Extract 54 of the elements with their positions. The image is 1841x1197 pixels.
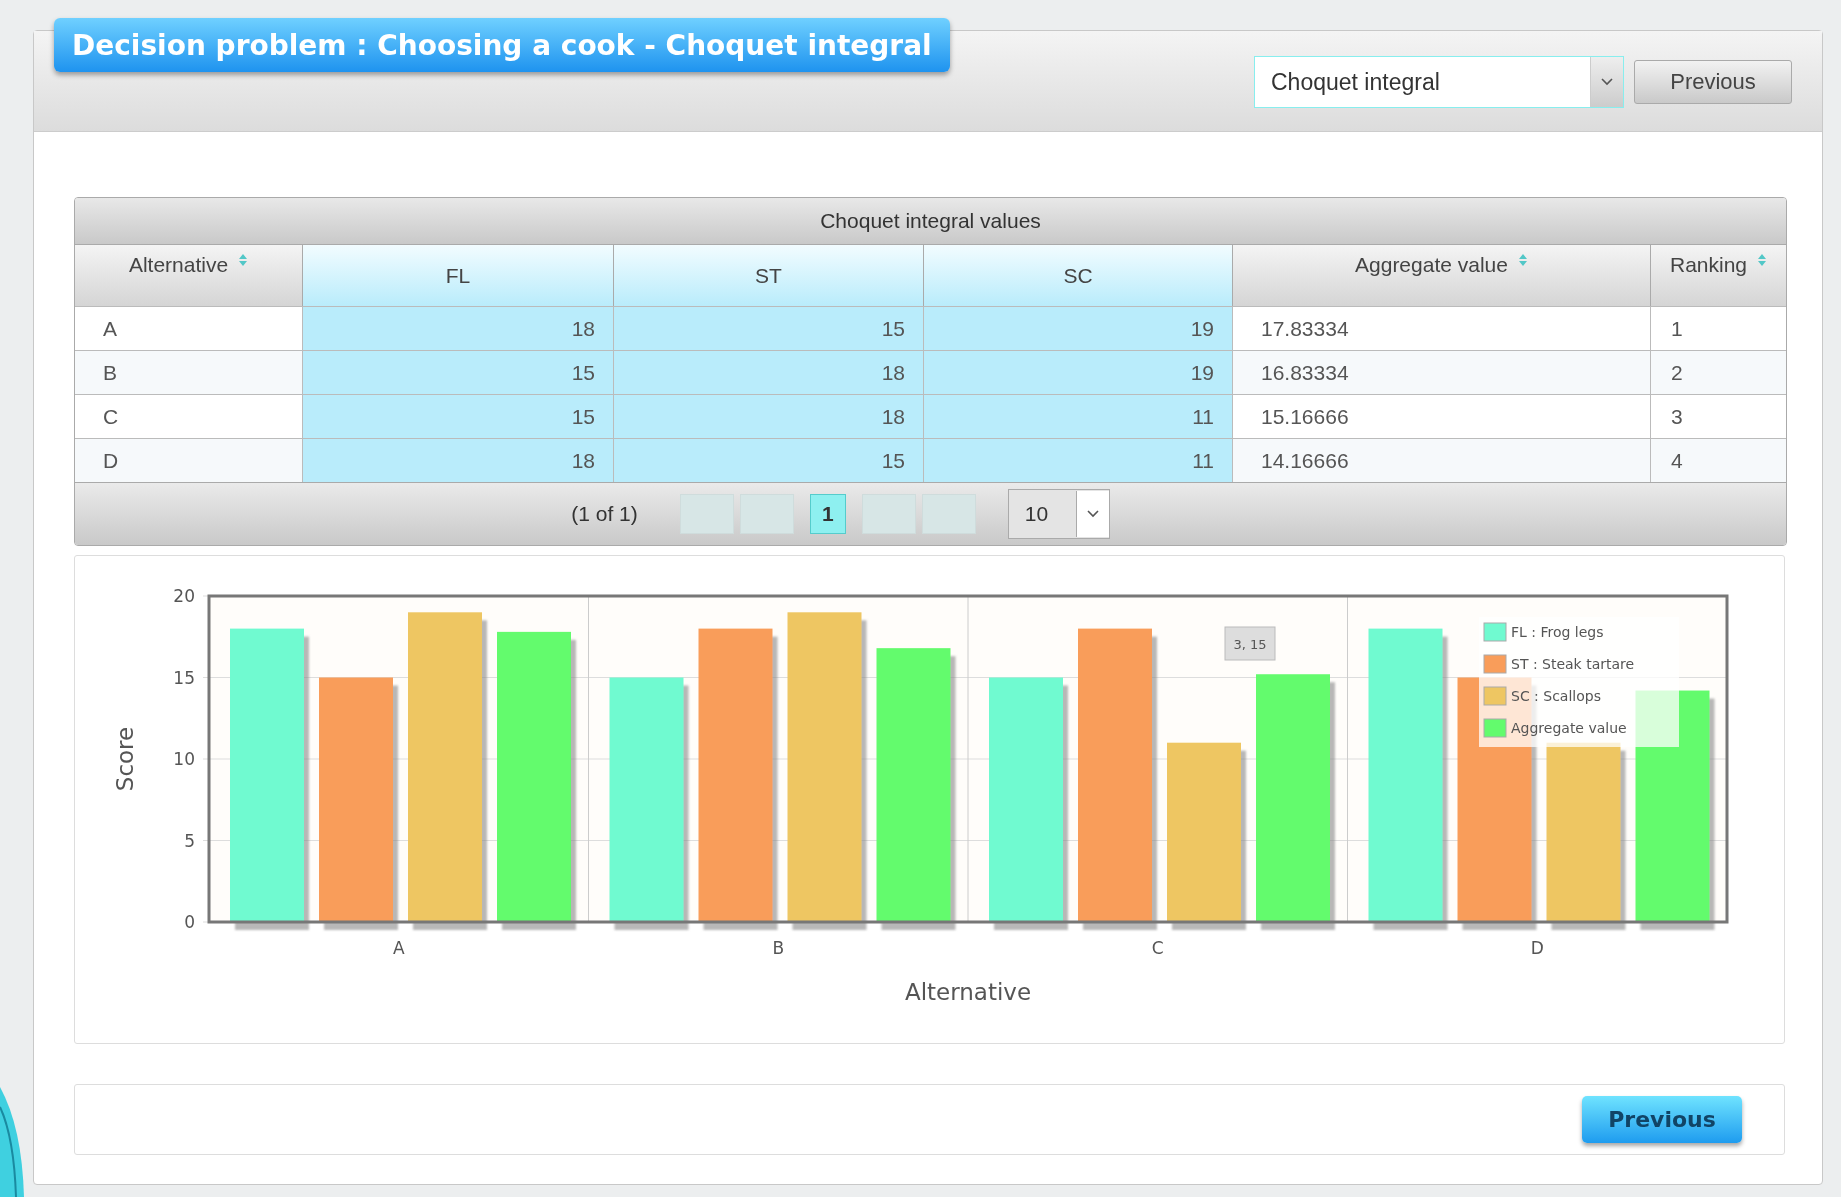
table-cell: 18: [303, 307, 614, 350]
column-header[interactable]: Aggregate value: [1233, 245, 1651, 306]
legend-swatch: [1483, 622, 1507, 642]
x-tick-label: D: [1530, 938, 1544, 958]
y-tick-label: 0: [184, 912, 195, 932]
legend-swatch: [1483, 654, 1507, 674]
column-header[interactable]: Ranking: [1651, 245, 1786, 306]
column-header[interactable]: Alternative: [75, 245, 303, 306]
page-button[interactable]: 1: [809, 494, 846, 534]
column-header: SC: [924, 245, 1233, 306]
column-header: ST: [614, 245, 924, 306]
table-cell: 15: [303, 395, 614, 438]
chevron-down-icon: [1085, 509, 1100, 519]
table-cell: 15: [614, 439, 924, 482]
y-tick-label: 15: [173, 667, 195, 688]
table-caption: Choquet integral values: [75, 198, 1786, 245]
page-title: Decision problem : Choosing a cook - Choquet integral: [54, 18, 950, 72]
table-cell: D: [75, 439, 303, 482]
x-tick-label: A: [392, 938, 405, 958]
table-cell: 15: [303, 351, 614, 394]
table-cell: 15: [614, 307, 924, 350]
legend-label: SC : Scallops: [1511, 688, 1601, 704]
page-status: (1 of 1): [571, 502, 638, 526]
previous-button[interactable]: Previous: [1634, 60, 1792, 104]
previous-button[interactable]: Previous: [1582, 1096, 1742, 1143]
table-cell: 2: [1651, 351, 1786, 394]
y-tick-label: 20: [173, 586, 195, 606]
table-cell: 4: [1651, 439, 1786, 482]
legend-label: Aggregate value: [1511, 720, 1627, 736]
table-cell: 11: [924, 395, 1233, 438]
column-header: FL: [303, 245, 614, 306]
table-cell: 19: [924, 351, 1233, 394]
legend-label: ST : Steak tartare: [1511, 656, 1635, 672]
x-tick-label: B: [772, 938, 785, 958]
rows-per-page-dropdown[interactable]: 10: [1007, 489, 1110, 539]
y-tick-label: 10: [173, 749, 195, 769]
table-cell: 18: [614, 395, 924, 438]
x-axis-title: Alternative: [904, 979, 1032, 1005]
table-cell: B: [75, 351, 303, 394]
table-cell: 14.16666: [1233, 439, 1651, 482]
table-cell: 16.83334: [1233, 351, 1651, 394]
method-dropdown[interactable]: Choquet integral: [1254, 56, 1624, 108]
chevron-down-icon: [1600, 77, 1614, 87]
table-cell: 11: [924, 439, 1233, 482]
y-axis-title: Score: [112, 726, 138, 792]
tooltip: 3, 15: [1224, 626, 1276, 661]
table-cell: 18: [303, 439, 614, 482]
table-cell: 18: [614, 351, 924, 394]
legend-swatch: [1483, 686, 1507, 706]
legend-label: FL : Frog legs: [1511, 624, 1604, 640]
legend-swatch: [1483, 718, 1507, 738]
x-tick-label: C: [1151, 938, 1164, 958]
table-cell: 19: [924, 307, 1233, 350]
y-tick-label: 5: [184, 830, 195, 851]
